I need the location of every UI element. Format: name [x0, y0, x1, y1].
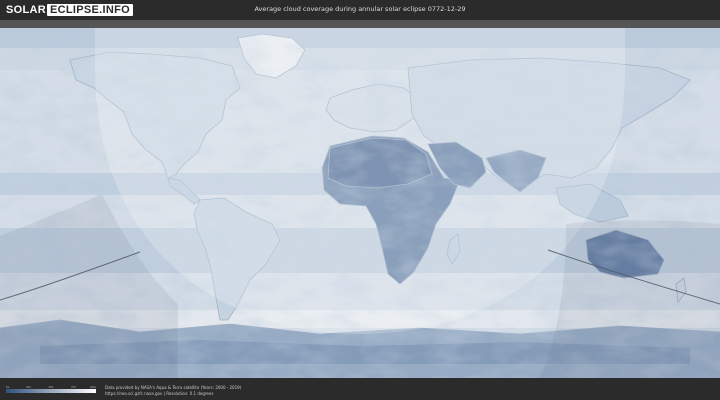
site-logo[interactable]: SOLAR ECLIPSE.INFO	[6, 3, 133, 17]
scale-tick-25: 25%	[26, 386, 31, 389]
page-title: Average cloud coverage during annular so…	[254, 5, 466, 13]
cloud-coverage-scale: 0% 25% 50% 75% 100%	[6, 386, 96, 393]
cloud-coverage-map	[0, 28, 720, 378]
header-bar: SOLAR ECLIPSE.INFO Average cloud coverag…	[0, 0, 720, 20]
scale-tick-75: 75%	[71, 386, 76, 389]
data-source-link[interactable]: https://neo.sci.gsfc.nasa.gov | Resoluti…	[105, 391, 213, 396]
scale-tick-100: 100%	[90, 386, 96, 389]
eclipse-region-east	[540, 220, 720, 378]
logo-text-eclipse-info: ECLIPSE.INFO	[47, 4, 133, 16]
logo-text-solar: SOLAR	[6, 4, 46, 16]
scale-tick-50: 50%	[49, 386, 54, 389]
top-strip	[0, 20, 720, 28]
scale-tick-0: 0%	[6, 386, 9, 389]
data-credit: Data provided by NASA's Aqua & Terra sat…	[105, 385, 242, 390]
footer-bar: 0% 25% 50% 75% 100% Data provided by NAS…	[0, 378, 720, 400]
scale-gradient-bar	[6, 389, 96, 393]
